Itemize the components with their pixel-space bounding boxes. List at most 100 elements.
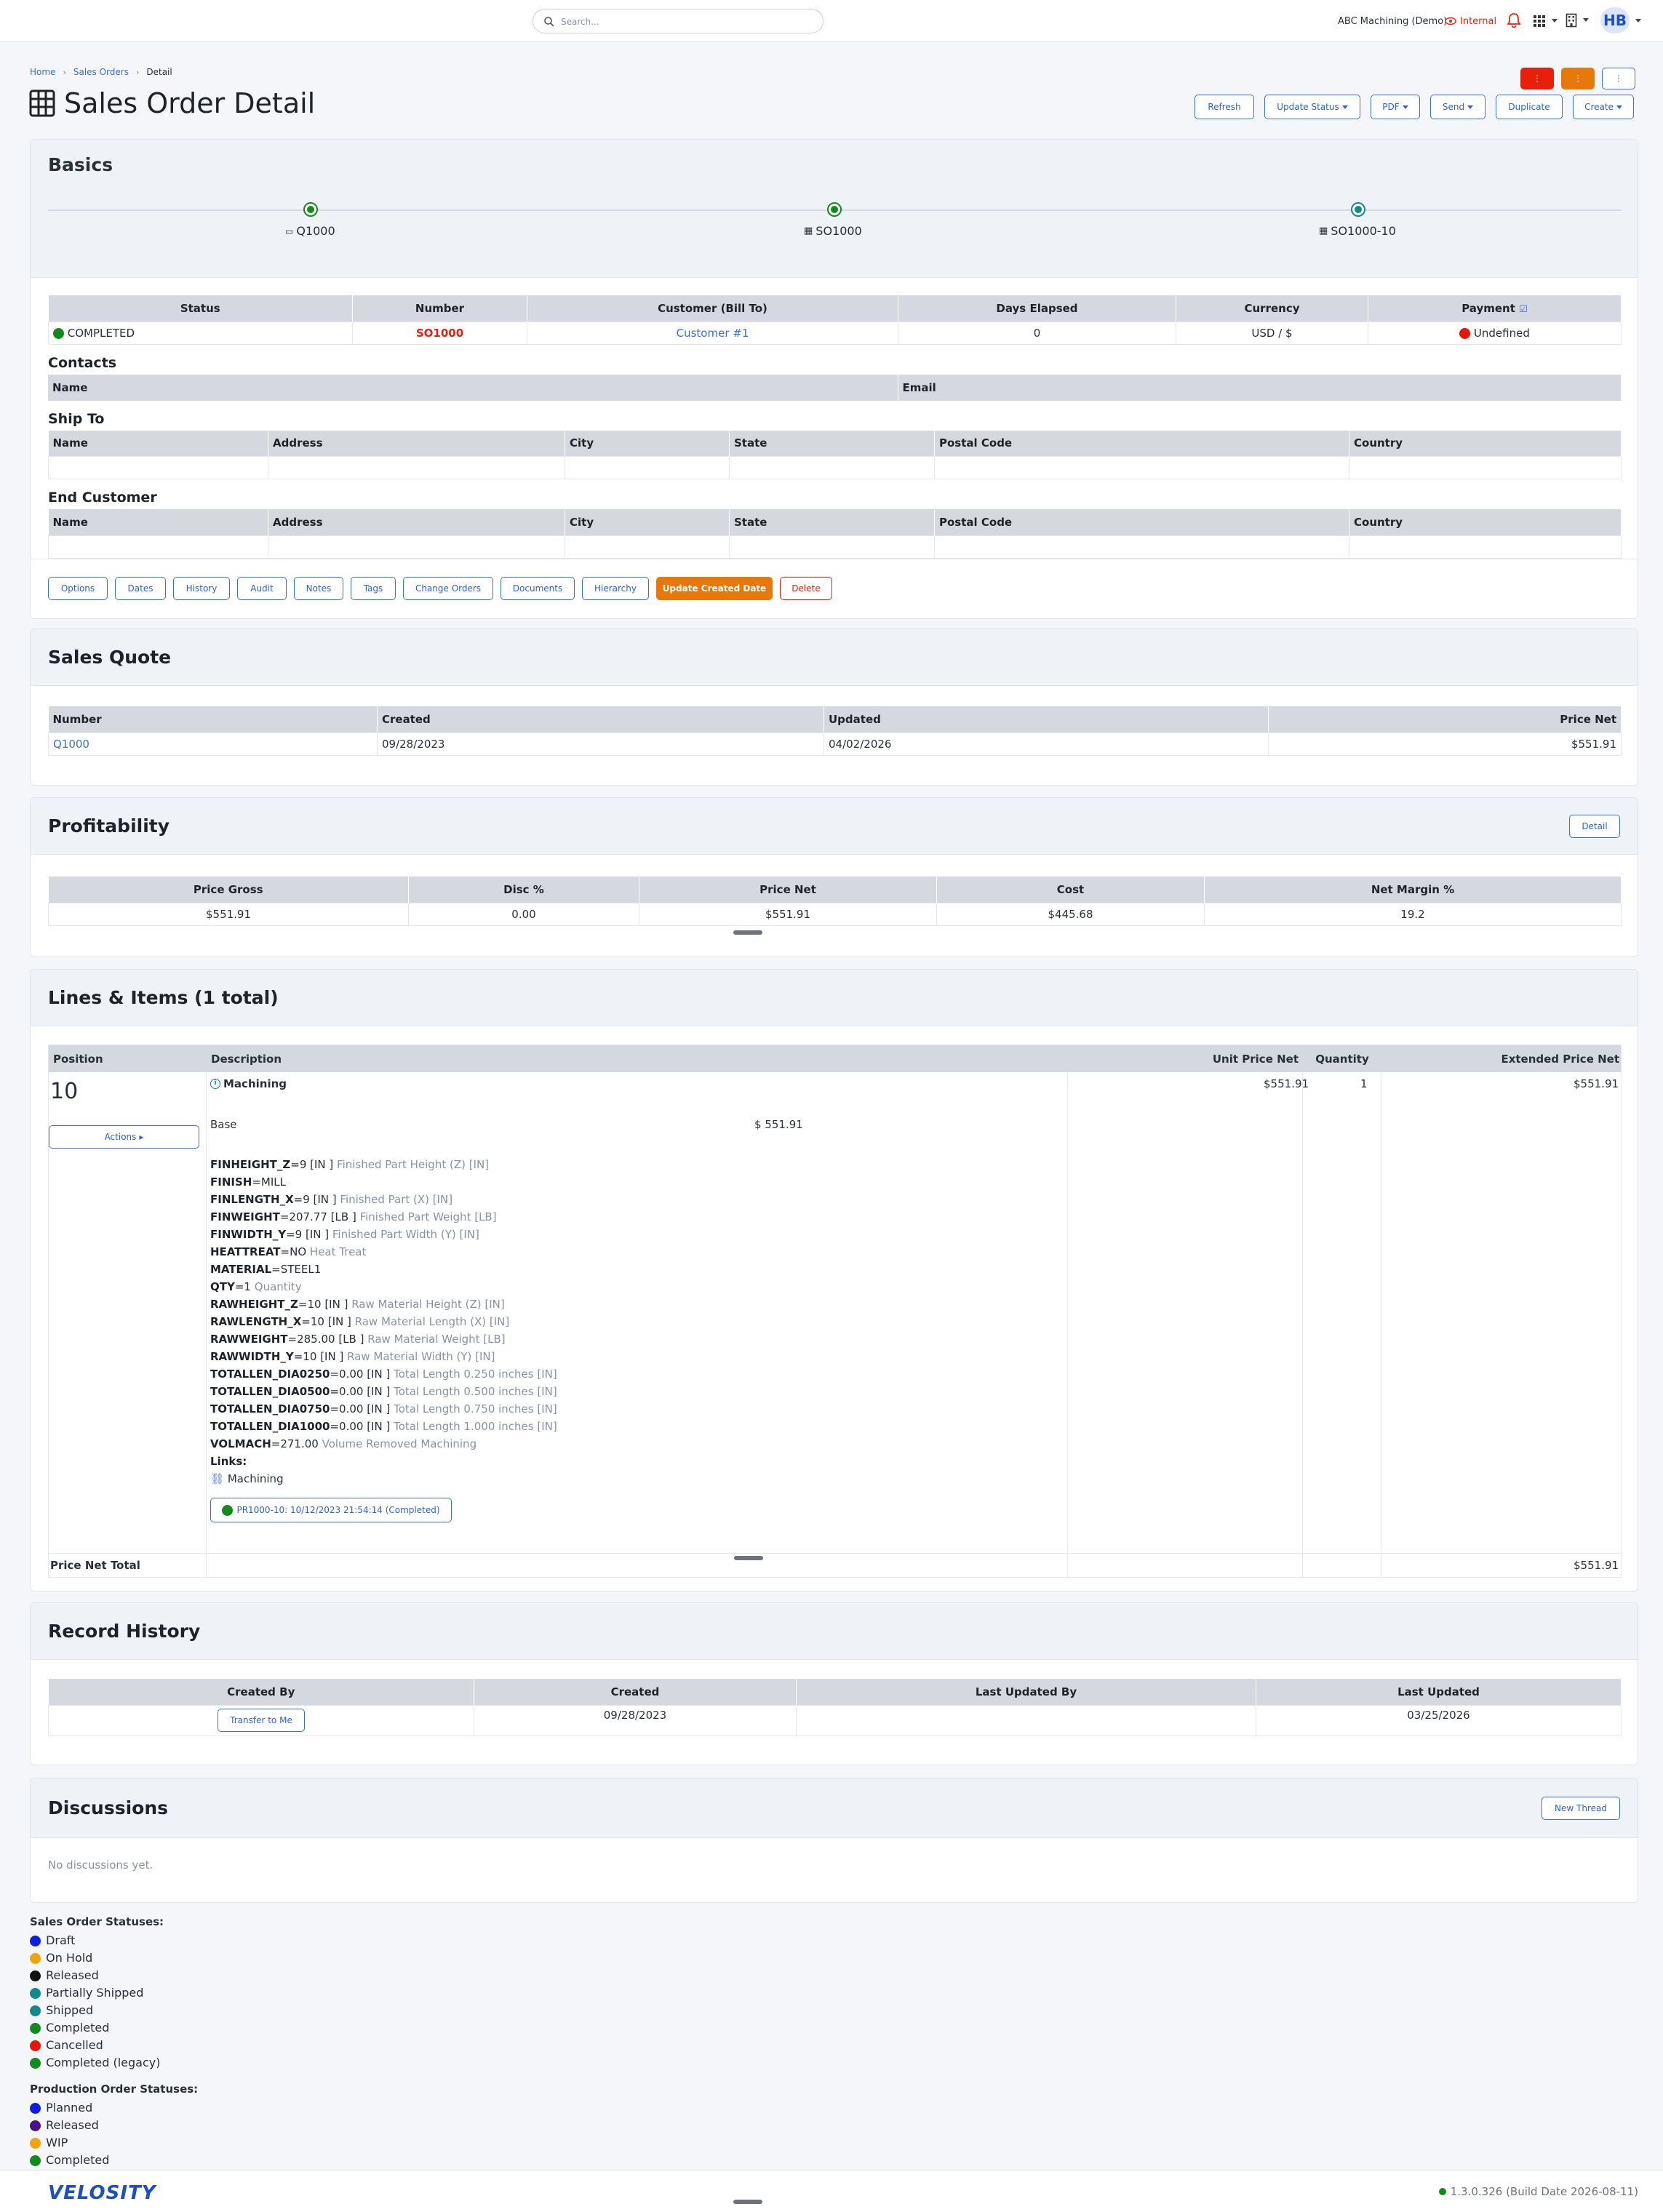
more-menu-button[interactable]: ⋮ (1602, 68, 1635, 89)
col-last-updated: Last Updated (1256, 1679, 1622, 1705)
new-thread-button[interactable]: New Thread (1542, 1796, 1620, 1820)
parameter-description: Volume Removed Machining (322, 1437, 477, 1450)
legend-dot (30, 1971, 41, 1981)
legend-item: Completed (legacy) (30, 2054, 164, 2072)
step-line[interactable]: ▦ SO1000-10 (1319, 224, 1406, 238)
legend-title: Sales Order Statuses: (30, 1915, 164, 1928)
parameter-row: TOTALLEN_DIA0500=0.00 [IN ] Total Length… (210, 1383, 557, 1400)
legend-title: Production Order Statuses: (30, 2083, 199, 2096)
table-icon (29, 89, 55, 117)
quote-price-net: $551.91 (1268, 732, 1622, 756)
col-number: Number (352, 295, 527, 322)
hierarchy-button[interactable]: Hierarchy (582, 577, 649, 600)
parameter-key: FINWEIGHT (210, 1210, 280, 1223)
col-cost: Cost (936, 877, 1205, 903)
row-divider (49, 1553, 1621, 1554)
parameter-description: Total Length 0.750 inches [IN] (394, 1402, 557, 1416)
breadcrumb-home[interactable]: Home (30, 67, 55, 77)
building-menu[interactable] (1566, 13, 1589, 31)
column-divider (206, 1072, 207, 1578)
parameter-value: =1 (234, 1280, 251, 1293)
lines-title: Lines & Items (1 total) (48, 987, 279, 1008)
search-box[interactable] (533, 9, 823, 33)
parameter-key: TOTALLEN_DIA1000 (210, 1420, 330, 1433)
legend-label: Released (46, 2118, 99, 2132)
duplicate-button[interactable]: Duplicate (1496, 95, 1563, 119)
lines-table: Position Description Unit Price Net Quan… (48, 1045, 1622, 1578)
sales-quote-header: Sales Quote (31, 629, 1638, 686)
legend-label: Completed (46, 2021, 110, 2035)
legend-label: Planned (46, 2101, 93, 2115)
avatar-caret[interactable] (1635, 19, 1641, 23)
link-machining[interactable]: ⛓ Machining (210, 1470, 284, 1488)
parameter-key: FINLENGTH_X (210, 1193, 294, 1206)
detail-button[interactable]: Detail (1569, 814, 1620, 838)
edit-icon[interactable]: ☑ (1519, 304, 1528, 315)
parameter-key: RAWWEIGHT (210, 1333, 288, 1346)
col-address: Address (268, 509, 565, 535)
search-input[interactable] (561, 14, 808, 30)
avatar[interactable]: HB (1600, 7, 1630, 33)
production-order-button[interactable]: PR1000-10: 10/12/2023 21:54:14 (Complete… (210, 1498, 452, 1522)
legend-item: Planned (30, 2099, 198, 2117)
apps-menu[interactable] (1533, 15, 1558, 31)
customer-cell: Customer #1 (527, 321, 898, 345)
change-orders-button[interactable]: Change Orders (403, 577, 493, 600)
options-button[interactable]: Options (48, 577, 108, 600)
parameter-description: Raw Material Length (X) [IN] (354, 1315, 510, 1328)
warning-menu-button[interactable]: ⋮ (1561, 68, 1595, 89)
scroll-handle[interactable] (733, 2200, 762, 2204)
audit-button[interactable]: Audit (237, 577, 287, 600)
col-unit-price: Unit Price Net (1212, 1052, 1299, 1066)
parameter-value: =0.00 [IN ] (330, 1402, 391, 1416)
line-actions-button[interactable]: Actions ▸ (49, 1125, 199, 1149)
tags-button[interactable]: Tags (351, 577, 396, 600)
refresh-button[interactable]: Refresh (1195, 95, 1254, 119)
update-created-date-button[interactable]: Update Created Date (656, 577, 773, 600)
sales-quote-card: Sales Quote Number Created Updated Price Ne… (30, 628, 1638, 786)
empty-cell (268, 535, 565, 559)
parameter-row: FINHEIGHT_Z=9 [IN ] Finished Part Height… (210, 1156, 557, 1173)
lines-header: Lines & Items (1 total) (31, 970, 1638, 1026)
legend-label: Completed (46, 2153, 110, 2167)
dates-button[interactable]: Dates (115, 577, 166, 600)
legend-item: Completed (30, 2019, 164, 2037)
info-icon[interactable]: i (210, 1079, 220, 1089)
parameter-key: FINWIDTH_Y (210, 1228, 287, 1241)
col-days-elapsed: Days Elapsed (898, 295, 1176, 322)
company-name[interactable]: ABC Machining (Demo) (1338, 0, 1447, 42)
profitability-title: Profitability (48, 815, 170, 837)
parameter-row: FINLENGTH_X=9 [IN ] Finished Part (X) [I… (210, 1191, 557, 1208)
version-info: 1.3.0.326 (Build Date 2026-08-11) (1438, 2185, 1638, 2198)
step-dot-quote (303, 202, 318, 217)
col-extended-price: Extended Price Net (1501, 1052, 1619, 1066)
col-payment: Payment ☑ (1368, 295, 1622, 322)
created-by-cell: Transfer to Me (48, 1704, 474, 1736)
breadcrumb-sales-orders[interactable]: Sales Orders (73, 67, 129, 77)
step-dot-line (1351, 202, 1365, 217)
documents-button[interactable]: Documents (501, 577, 575, 600)
col-state: State (729, 509, 935, 535)
danger-menu-button[interactable]: ⋮ (1520, 68, 1554, 89)
parameter-key: RAWHEIGHT_Z (210, 1298, 298, 1311)
transfer-to-me-button[interactable]: Transfer to Me (218, 1709, 305, 1732)
delete-button[interactable]: Delete (780, 577, 832, 600)
scroll-handle[interactable] (734, 1556, 763, 1560)
update-status-button[interactable]: Update Status (1264, 95, 1360, 119)
create-button[interactable]: Create (1573, 95, 1634, 119)
send-button[interactable]: Send (1430, 95, 1485, 119)
currency: USD / $ (1176, 321, 1368, 345)
empty-cell (934, 456, 1349, 479)
notes-button[interactable]: Notes (294, 577, 343, 600)
scroll-handle[interactable] (733, 930, 762, 935)
customer-link[interactable]: Customer #1 (677, 327, 749, 340)
col-name: Name (48, 430, 268, 457)
bell-icon[interactable] (1507, 12, 1521, 28)
column-divider (1302, 1072, 1303, 1578)
history-button[interactable]: History (173, 577, 230, 600)
step-order[interactable]: ▦ SO1000 (804, 224, 869, 238)
quote-link[interactable]: Q1000 (53, 738, 89, 751)
pdf-button[interactable]: PDF (1371, 95, 1420, 119)
col-created: Created (377, 706, 824, 732)
step-quote[interactable]: ▭ Q1000 (285, 224, 338, 238)
